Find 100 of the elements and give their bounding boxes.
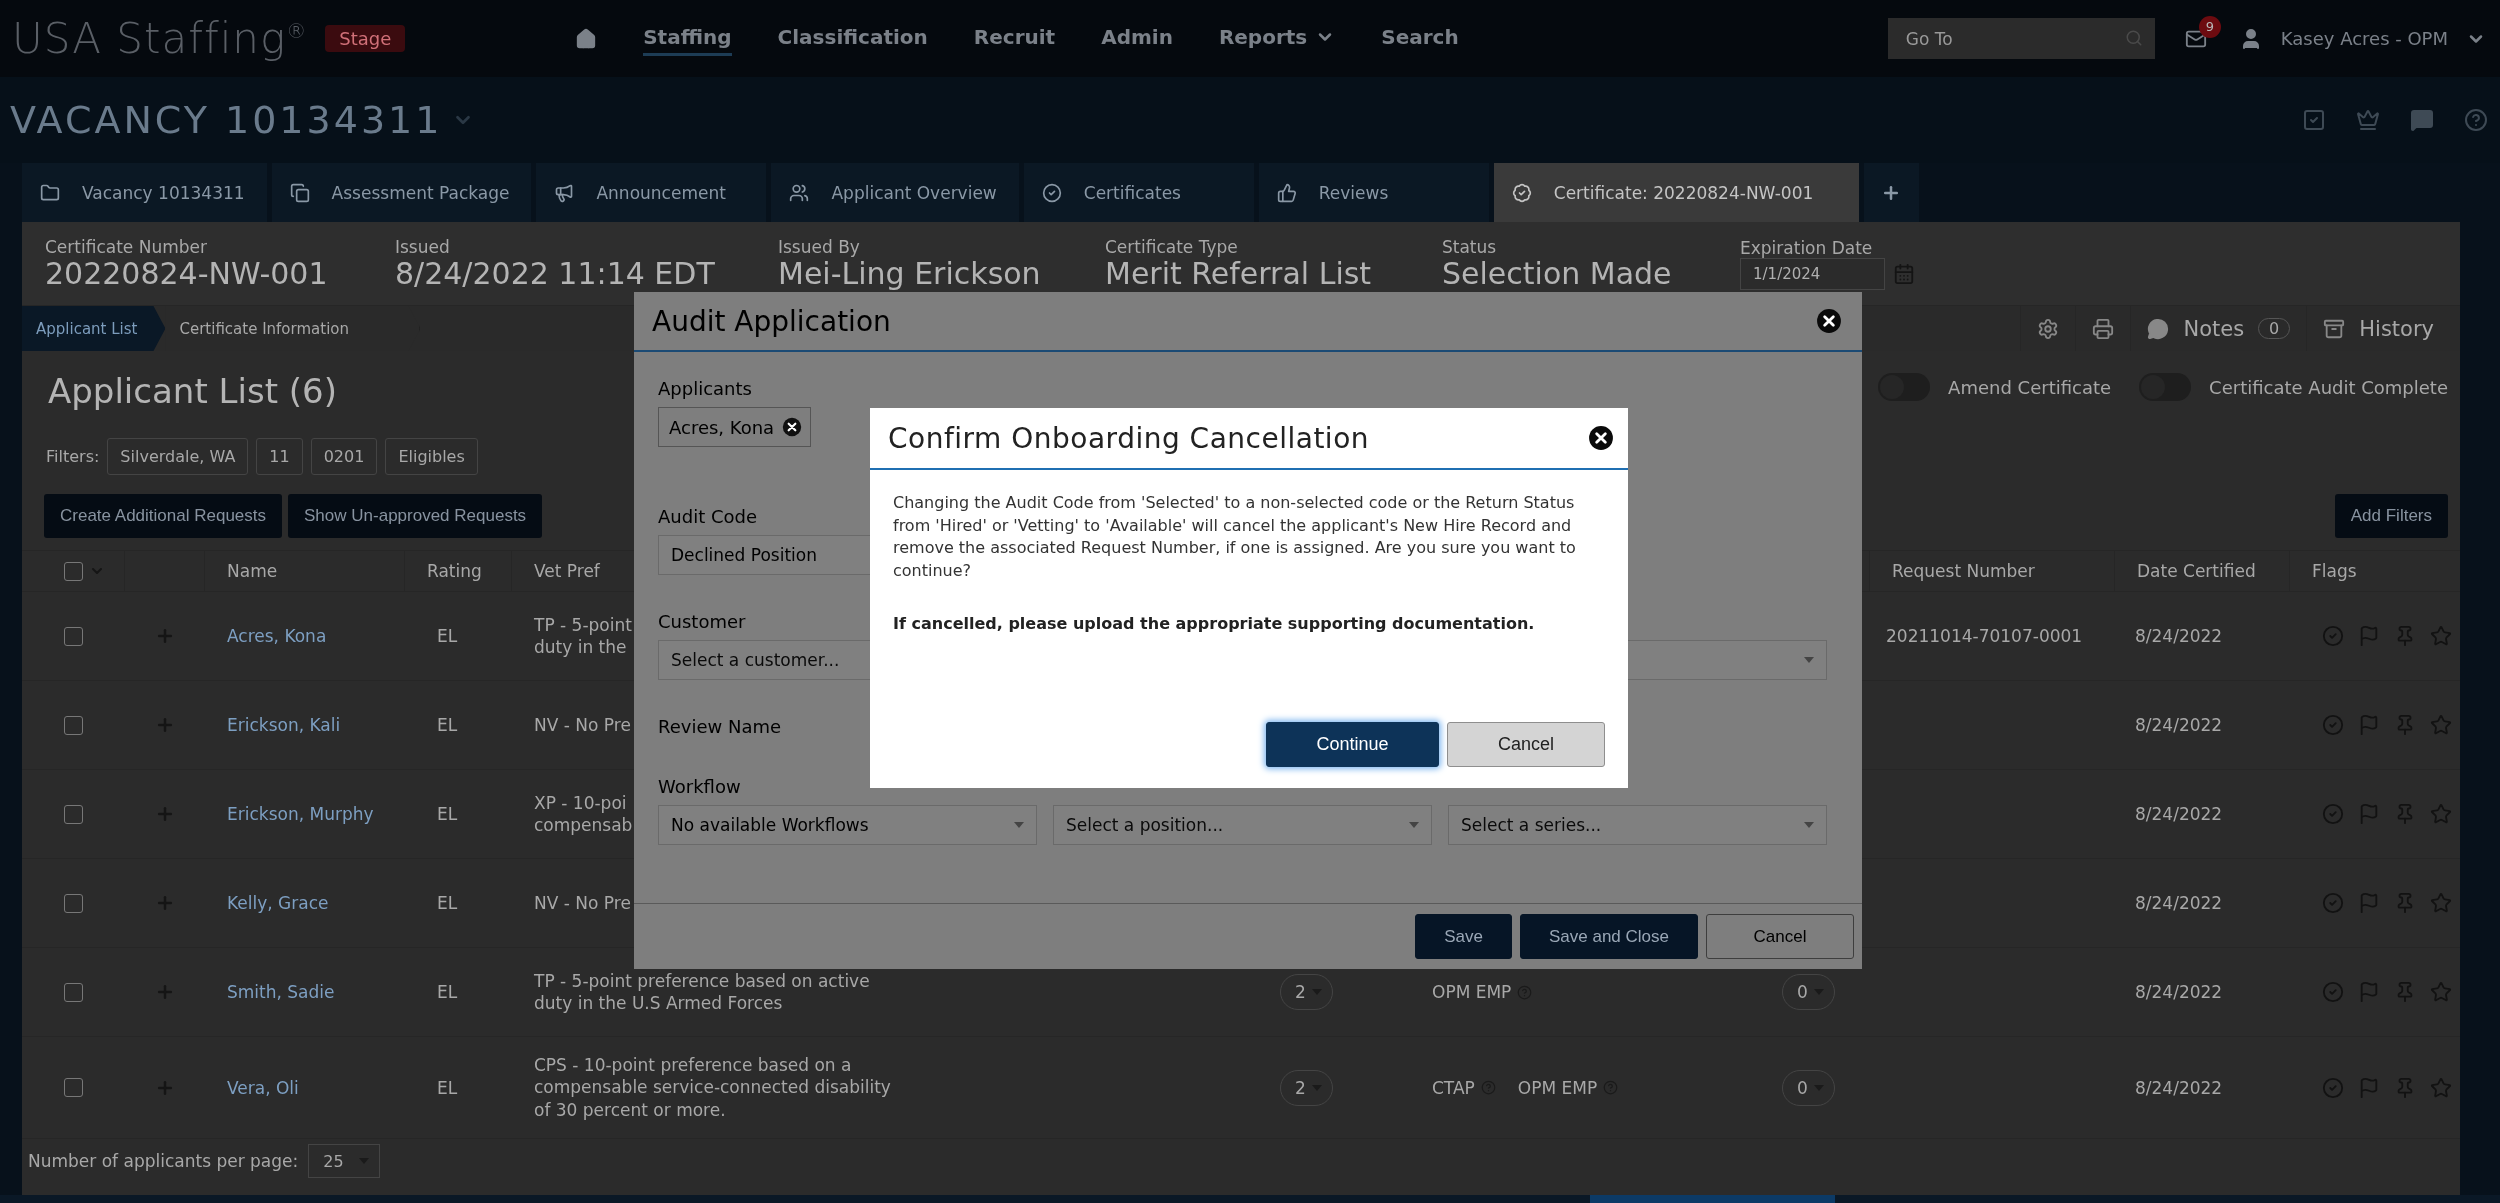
- column-header[interactable]: Name: [205, 551, 405, 591]
- dialog-button[interactable]: Cancel: [1706, 914, 1854, 959]
- home-icon[interactable]: [575, 27, 598, 50]
- tab[interactable]: Certificates: [1023, 163, 1254, 222]
- check-circle-icon[interactable]: [2322, 803, 2344, 825]
- star-icon[interactable]: [2430, 803, 2452, 825]
- date-text: 8/24/2022: [2135, 715, 2223, 735]
- tab[interactable]: Vacancy 10134311: [22, 163, 267, 222]
- tab[interactable]: Applicant Overview: [771, 163, 1019, 222]
- check-circle-icon[interactable]: [2322, 714, 2344, 736]
- logo[interactable]: USA Staffing$^{®}$: [12, 14, 308, 63]
- series-select[interactable]: Select a series...: [1448, 805, 1827, 845]
- go-to-field[interactable]: Go To: [1887, 18, 2155, 59]
- field-value: 8/24/2022 11:14 EDT: [395, 257, 715, 290]
- request-number: 20211014-70107-0001: [1886, 626, 2083, 646]
- dialog-button[interactable]: Save and Close: [1519, 914, 1698, 959]
- field-value: Mei-Ling Erickson: [778, 257, 1041, 290]
- date-field[interactable]: 1/1/2024: [1740, 257, 1885, 290]
- vet-pref-text: NV - No Pre: [534, 713, 631, 737]
- tab[interactable]: Certificate: 20220824-NW-001: [1493, 163, 1859, 222]
- add-filters-button[interactable]: Add Filters: [2334, 494, 2448, 538]
- filter-chip[interactable]: Eligibles: [385, 437, 478, 475]
- applicant-name-link[interactable]: Vera, Oli: [227, 1077, 299, 1098]
- applicant-name-link[interactable]: Erickson, Kali: [227, 715, 341, 735]
- date-text: 8/24/2022: [2135, 982, 2223, 1002]
- help-icon[interactable]: [2464, 108, 2488, 132]
- close-icon[interactable]: [1816, 308, 1842, 334]
- action-button[interactable]: Show Un-approved Requests: [288, 494, 543, 538]
- check-circle-icon[interactable]: [2322, 625, 2344, 647]
- vacancy-title: VACANCY 10134311: [10, 98, 443, 142]
- row-checkbox[interactable]: [64, 715, 83, 735]
- crown-icon[interactable]: [2356, 108, 2380, 132]
- printer-icon[interactable]: [2092, 317, 2115, 340]
- workflow-select[interactable]: No available Workflows: [658, 805, 1037, 845]
- column-header[interactable]: Rating: [405, 551, 512, 591]
- nav-link[interactable]: Reports: [1218, 21, 1336, 56]
- applicant-name-link[interactable]: Kelly, Grace: [227, 893, 329, 913]
- applicant-name-link[interactable]: Erickson, Murphy: [227, 804, 374, 824]
- nav-link[interactable]: Admin: [1101, 21, 1173, 56]
- settings-icon[interactable]: [2037, 317, 2060, 340]
- star-icon[interactable]: [2430, 1076, 2452, 1099]
- comment-icon[interactable]: [2410, 108, 2434, 132]
- dialog-button[interactable]: Continue: [1266, 722, 1439, 767]
- nav-link[interactable]: Staffing: [643, 21, 732, 56]
- check-circle-icon[interactable]: [2322, 981, 2344, 1003]
- remove-icon[interactable]: [782, 417, 803, 437]
- field-value: Selection Made: [1442, 257, 1672, 290]
- per-page-select[interactable]: 25: [308, 1144, 381, 1178]
- breadcrumb-tab[interactable]: Applicant List: [22, 306, 166, 351]
- flag-icon[interactable]: [2358, 803, 2380, 825]
- column-header[interactable]: Request Number: [1870, 551, 2115, 591]
- history-label[interactable]: History: [2359, 316, 2444, 341]
- position-select[interactable]: Select a position...: [1053, 805, 1432, 845]
- filter-chip[interactable]: 0201: [310, 437, 378, 475]
- tab[interactable]: Assessment Package: [271, 163, 532, 222]
- action-button[interactable]: Create Additional Requests: [44, 494, 283, 538]
- row-checkbox[interactable]: [64, 1078, 83, 1097]
- applicant-name-link[interactable]: Smith, Sadie: [227, 982, 335, 1002]
- flag-icon[interactable]: [2358, 892, 2380, 914]
- flag-icon[interactable]: [2358, 625, 2380, 647]
- column-header[interactable]: Date Certified: [2115, 551, 2290, 591]
- filter-chip[interactable]: Silverdale, WA: [107, 437, 249, 475]
- star-icon[interactable]: [2430, 625, 2452, 647]
- nav-link[interactable]: Classification: [777, 21, 928, 56]
- nav-link[interactable]: Recruit: [973, 21, 1056, 56]
- row-checkbox[interactable]: [64, 893, 83, 913]
- notes-label[interactable]: Notes: [2183, 316, 2245, 341]
- nav-link[interactable]: Search: [1381, 21, 1459, 56]
- user-name[interactable]: Kasey Acres - OPM: [2280, 28, 2448, 49]
- row-checkbox[interactable]: [64, 982, 83, 1002]
- select-all-checkbox[interactable]: [64, 561, 83, 581]
- dialog-button[interactable]: Save: [1415, 914, 1512, 959]
- date-text: 8/24/2022: [2135, 804, 2223, 824]
- filter-chip[interactable]: 11: [256, 437, 303, 475]
- flag-icon[interactable]: [2358, 1076, 2380, 1099]
- caret-icon: [1804, 657, 1814, 663]
- star-icon[interactable]: [2430, 892, 2452, 914]
- calendar-icon[interactable]: [1893, 262, 1915, 285]
- dialog-note: If cancelled, please upload the appropriate supporting documentation.: [893, 614, 1536, 633]
- star-icon[interactable]: [2430, 714, 2452, 736]
- caret-icon: [1409, 822, 1419, 828]
- users-icon: [789, 182, 810, 203]
- rating-text: EL: [437, 893, 458, 913]
- flag-icon[interactable]: [2358, 714, 2380, 736]
- row-checkbox[interactable]: [64, 626, 83, 646]
- tab[interactable]: Reviews: [1258, 163, 1489, 222]
- checkbox-icon[interactable]: [2302, 108, 2326, 132]
- dialog-title: Confirm Onboarding Cancellation: [888, 421, 1370, 455]
- flag-icon[interactable]: [2358, 981, 2380, 1003]
- field-label: Issued By: [778, 237, 860, 257]
- date-text: 8/24/2022: [2135, 1077, 2223, 1098]
- row-checkbox[interactable]: [64, 804, 83, 824]
- add-tab[interactable]: [1863, 163, 1919, 222]
- applicant-name-link[interactable]: Acres, Kona: [227, 626, 327, 646]
- check-circle-icon[interactable]: [2322, 892, 2344, 914]
- star-icon[interactable]: [2430, 981, 2452, 1003]
- tab[interactable]: Announcement: [536, 163, 767, 222]
- check-circle-icon[interactable]: [2322, 1076, 2344, 1099]
- close-icon[interactable]: [1588, 425, 1614, 451]
- dialog-button[interactable]: Cancel: [1447, 722, 1605, 767]
